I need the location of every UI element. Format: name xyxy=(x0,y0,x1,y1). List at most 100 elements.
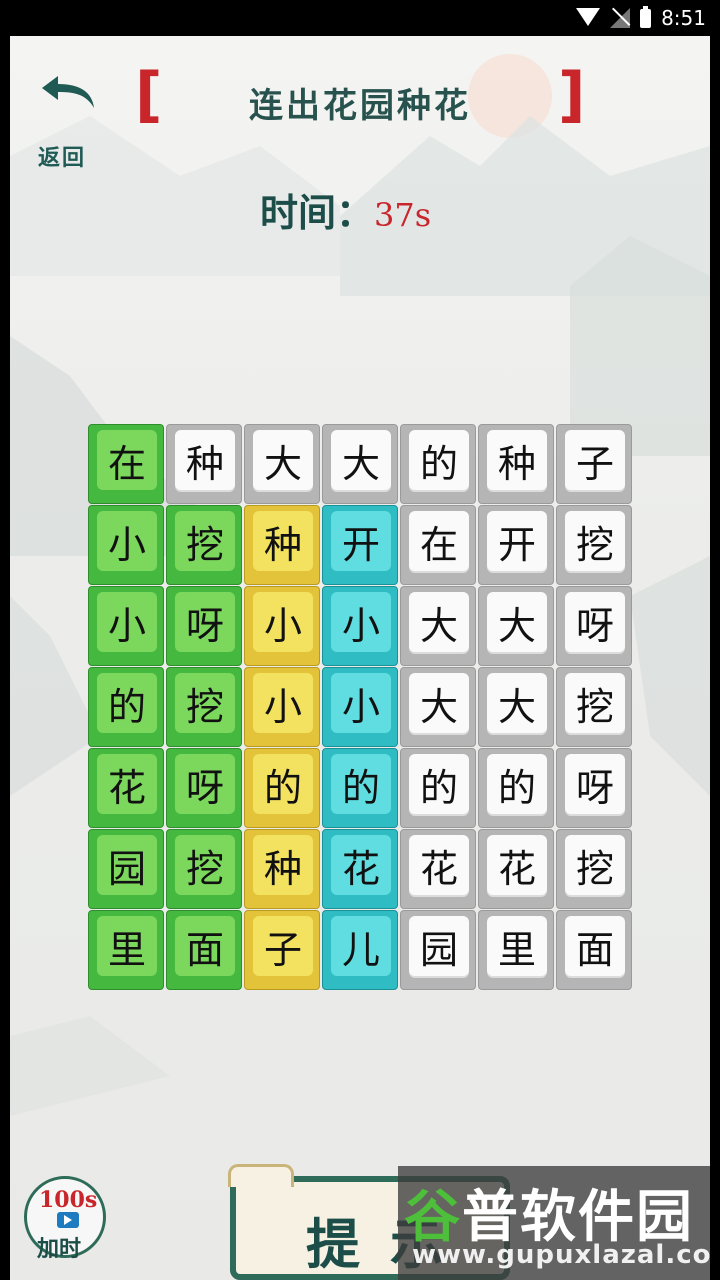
tile-c2-r5[interactable]: 呀 xyxy=(166,748,242,828)
tile-char: 里 xyxy=(487,916,547,976)
tile-char: 面 xyxy=(175,916,235,976)
tile-c6-r4[interactable]: 大 xyxy=(478,667,554,747)
tile-char: 花 xyxy=(409,835,469,895)
tile-c4-r1[interactable]: 大 xyxy=(322,424,398,504)
tile-char: 大 xyxy=(487,673,547,733)
tile-c1-r7[interactable]: 里 xyxy=(88,910,164,990)
tile-c7-r1[interactable]: 子 xyxy=(556,424,632,504)
tile-c3-r7[interactable]: 子 xyxy=(244,910,320,990)
tile-c3-r1[interactable]: 大 xyxy=(244,424,320,504)
cloud-ornament-icon xyxy=(228,1164,294,1187)
tile-char: 小 xyxy=(331,592,391,652)
tile-char: 园 xyxy=(97,835,157,895)
tile-c7-r2[interactable]: 挖 xyxy=(556,505,632,585)
tile-char: 大 xyxy=(331,430,391,490)
tile-char: 的 xyxy=(331,754,391,814)
tile-char: 大 xyxy=(487,592,547,652)
tile-c5-r7[interactable]: 园 xyxy=(400,910,476,990)
tile-c3-r6[interactable]: 种 xyxy=(244,829,320,909)
tile-c1-r5[interactable]: 花 xyxy=(88,748,164,828)
add-time-button[interactable]: 100s 加时 xyxy=(24,1176,106,1262)
tile-c3-r2[interactable]: 种 xyxy=(244,505,320,585)
tile-c1-r1[interactable]: 在 xyxy=(88,424,164,504)
tile-c7-r6[interactable]: 挖 xyxy=(556,829,632,909)
tile-c6-r5[interactable]: 的 xyxy=(478,748,554,828)
back-label: 返回 xyxy=(38,145,87,171)
tile-c2-r2[interactable]: 挖 xyxy=(166,505,242,585)
tile-char: 花 xyxy=(97,754,157,814)
tile-c1-r6[interactable]: 园 xyxy=(88,829,164,909)
tile-char: 小 xyxy=(97,511,157,571)
tile-char: 呀 xyxy=(565,754,625,814)
tile-c2-r1[interactable]: 种 xyxy=(166,424,242,504)
tile-c7-r3[interactable]: 呀 xyxy=(556,586,632,666)
tile-c2-r6[interactable]: 挖 xyxy=(166,829,242,909)
tile-char: 里 xyxy=(97,916,157,976)
tile-char: 小 xyxy=(97,592,157,652)
tile-char: 呀 xyxy=(175,754,235,814)
tile-c1-r3[interactable]: 小 xyxy=(88,586,164,666)
tile-c5-r4[interactable]: 大 xyxy=(400,667,476,747)
title-bracket-right: ] xyxy=(558,60,586,130)
tile-char: 挖 xyxy=(175,511,235,571)
tile-char: 的 xyxy=(253,754,313,814)
tile-c6-r2[interactable]: 开 xyxy=(478,505,554,585)
timer-label: 时间： xyxy=(260,190,375,235)
tile-c6-r3[interactable]: 大 xyxy=(478,586,554,666)
tile-c1-r2[interactable]: 小 xyxy=(88,505,164,585)
tile-char: 的 xyxy=(487,754,547,814)
tile-char: 种 xyxy=(175,430,235,490)
tile-c4-r4[interactable]: 小 xyxy=(322,667,398,747)
tile-char: 子 xyxy=(253,916,313,976)
tile-char: 呀 xyxy=(565,592,625,652)
tile-char: 花 xyxy=(331,835,391,895)
tile-char: 花 xyxy=(487,835,547,895)
tile-c6-r1[interactable]: 种 xyxy=(478,424,554,504)
tile-char: 挖 xyxy=(175,673,235,733)
signal-off-icon xyxy=(610,8,631,28)
tile-c2-r4[interactable]: 挖 xyxy=(166,667,242,747)
tile-char: 大 xyxy=(409,592,469,652)
tile-char: 子 xyxy=(565,430,625,490)
tile-c4-r2[interactable]: 开 xyxy=(322,505,398,585)
tile-char: 挖 xyxy=(565,673,625,733)
tile-c7-r4[interactable]: 挖 xyxy=(556,667,632,747)
tile-char: 挖 xyxy=(565,511,625,571)
tile-c4-r5[interactable]: 的 xyxy=(322,748,398,828)
tile-char: 的 xyxy=(409,754,469,814)
tile-char: 小 xyxy=(253,673,313,733)
tile-c2-r3[interactable]: 呀 xyxy=(166,586,242,666)
tile-c3-r5[interactable]: 的 xyxy=(244,748,320,828)
tile-c5-r6[interactable]: 花 xyxy=(400,829,476,909)
tile-c6-r7[interactable]: 里 xyxy=(478,910,554,990)
tile-c4-r3[interactable]: 小 xyxy=(322,586,398,666)
tile-c2-r7[interactable]: 面 xyxy=(166,910,242,990)
tile-char: 面 xyxy=(565,916,625,976)
add-time-label: 加时 xyxy=(37,1236,82,1262)
tile-c5-r5[interactable]: 的 xyxy=(400,748,476,828)
tile-char: 挖 xyxy=(175,835,235,895)
video-camera-icon xyxy=(57,1212,79,1228)
tile-c5-r3[interactable]: 大 xyxy=(400,586,476,666)
timer: 时间：37s xyxy=(260,182,431,237)
tile-c4-r7[interactable]: 儿 xyxy=(322,910,398,990)
tile-char: 开 xyxy=(487,511,547,571)
tile-char: 种 xyxy=(487,430,547,490)
tile-char: 种 xyxy=(253,835,313,895)
tile-c5-r1[interactable]: 的 xyxy=(400,424,476,504)
tile-c5-r2[interactable]: 在 xyxy=(400,505,476,585)
status-time: 8:51 xyxy=(661,6,706,30)
tile-c3-r3[interactable]: 小 xyxy=(244,586,320,666)
tile-char: 开 xyxy=(331,511,391,571)
tile-char: 园 xyxy=(409,916,469,976)
battery-icon xyxy=(640,5,652,28)
tile-c7-r5[interactable]: 呀 xyxy=(556,748,632,828)
tile-c6-r6[interactable]: 花 xyxy=(478,829,554,909)
tile-c4-r6[interactable]: 花 xyxy=(322,829,398,909)
watermark-url: www.gupuxlazal.com xyxy=(412,1240,710,1270)
tile-c1-r4[interactable]: 的 xyxy=(88,667,164,747)
tile-char: 种 xyxy=(253,511,313,571)
status-bar: 8:51 xyxy=(0,0,720,36)
tile-c7-r7[interactable]: 面 xyxy=(556,910,632,990)
tile-c3-r4[interactable]: 小 xyxy=(244,667,320,747)
